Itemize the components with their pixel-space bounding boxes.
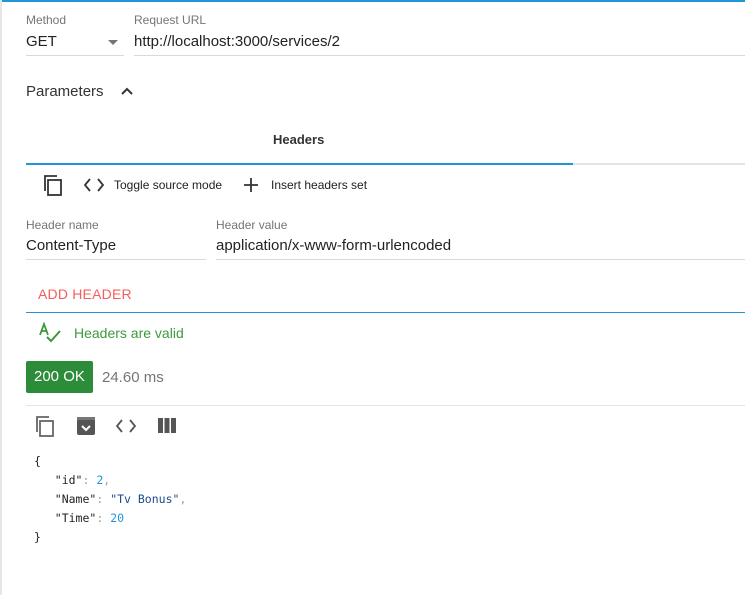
json-value: "Tv Bonus" (110, 492, 180, 506)
add-header-button[interactable]: ADD HEADER (38, 286, 132, 302)
chevron-up-icon[interactable] (120, 86, 134, 96)
url-label: Request URL (134, 13, 207, 27)
left-edge-divider (0, 0, 2, 595)
json-close-brace: } (34, 530, 41, 544)
top-accent-bar (0, 0, 745, 2)
url-underline (134, 55, 745, 56)
method-select[interactable]: GET (26, 33, 57, 50)
columns-icon[interactable] (158, 418, 176, 433)
request-panel: Method GET Request URL http://localhost:… (0, 0, 745, 595)
response-timing: 24.60 ms (102, 369, 164, 386)
chevron-down-icon[interactable] (108, 40, 118, 45)
response-divider (26, 405, 745, 406)
plus-icon[interactable] (243, 177, 259, 193)
json-key: "Time" (54, 511, 97, 525)
parameters-label[interactable]: Parameters (26, 83, 104, 100)
spellcheck-icon (38, 322, 62, 344)
header-value-underline (216, 259, 745, 260)
code-view-icon[interactable] (115, 418, 137, 434)
copy-icon[interactable] (42, 174, 64, 196)
json-value: 20 (110, 511, 125, 525)
status-badge: 200 OK (26, 361, 93, 393)
tab-headers[interactable]: Headers (273, 132, 324, 147)
tab-bar-indicator (26, 163, 573, 165)
header-name-input[interactable]: Content-Type (26, 237, 116, 254)
headers-valid-message: Headers are valid (74, 325, 184, 341)
insert-headers-set-button[interactable]: Insert headers set (271, 178, 367, 192)
url-input[interactable]: http://localhost:3000/services/2 (134, 33, 340, 50)
header-name-label: Header name (26, 218, 99, 232)
header-value-input[interactable]: application/x-www-form-urlencoded (216, 237, 451, 254)
toggle-source-mode-button[interactable]: Toggle source mode (114, 178, 222, 192)
json-open-brace: { (34, 454, 41, 468)
headers-section-divider (26, 312, 745, 313)
method-label: Method (26, 13, 67, 27)
method-underline (26, 55, 124, 56)
copy-response-icon[interactable] (34, 414, 56, 438)
json-key: "id" (54, 473, 83, 487)
archive-icon[interactable] (76, 416, 96, 436)
response-body: { "id": 2, "Name": "Tv Bonus", "Time": 2… (34, 454, 187, 544)
json-key: "Name" (54, 492, 97, 506)
code-icon[interactable] (83, 177, 105, 193)
header-name-underline (26, 259, 206, 260)
header-value-label: Header value (216, 218, 288, 232)
